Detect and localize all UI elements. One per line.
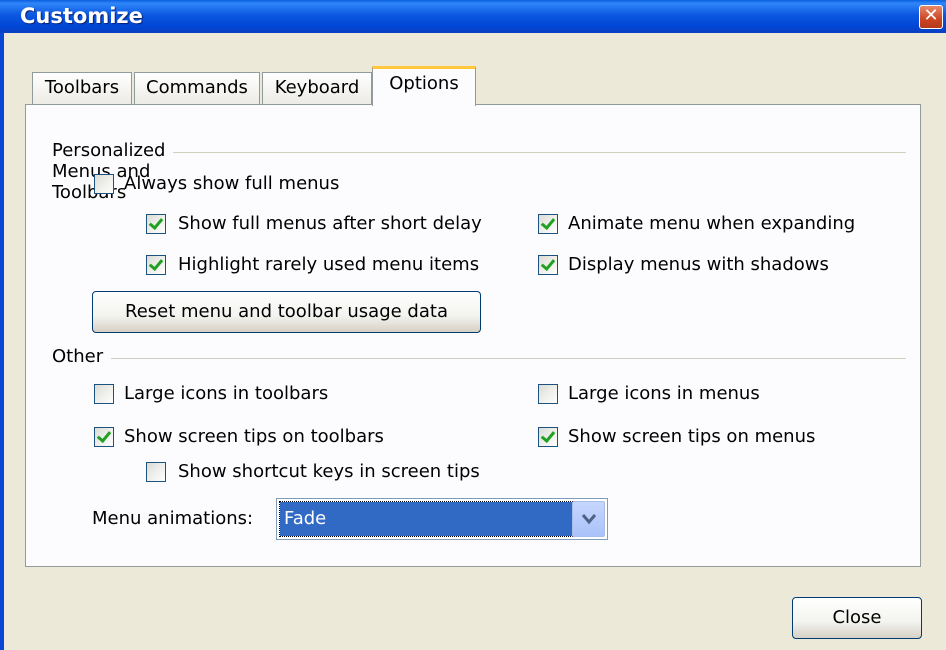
large-icons-menus-checkbox[interactable] [538,384,558,404]
close-icon[interactable]: ✕ [919,5,943,29]
always-full-menus-checkbox[interactable] [94,174,114,194]
large-icons-toolbars-label: Large icons in toolbars [124,383,329,404]
menu-shadows-label: Display menus with shadows [568,254,829,275]
tab-options[interactable]: Options [372,66,476,106]
large-icons-menus-label: Large icons in menus [568,383,760,404]
window-title: Customize [20,4,143,28]
highlight-rare-checkbox[interactable] [146,255,166,275]
title-bar[interactable]: Customize ✕ [0,0,946,33]
tips-menus-checkbox[interactable] [538,427,558,447]
full-menus-delay-checkbox[interactable] [146,214,166,234]
window-border [0,33,4,650]
dropdown-button[interactable] [572,501,605,537]
tips-toolbars-label: Show screen tips on toolbars [124,426,384,447]
always-full-menus-label: Always show full menus [124,173,340,194]
tips-toolbars-checkbox[interactable] [94,427,114,447]
reset-usage-button[interactable]: Reset menu and toolbar usage data [92,291,481,333]
tab-keyboard[interactable]: Keyboard [262,72,372,104]
close-button[interactable]: Close [792,597,922,639]
group-divider [54,152,906,153]
tab-toolbars[interactable]: Toolbars [32,72,132,104]
tab-commands[interactable]: Commands [134,72,260,104]
shortcut-keys-label: Show shortcut keys in screen tips [178,461,480,482]
animate-menu-checkbox[interactable] [538,214,558,234]
customize-dialog: Customize ✕ Toolbars Commands Keyboard O… [0,0,946,650]
menu-animations-select[interactable]: Fade [276,498,608,540]
highlight-rare-label: Highlight rarely used menu items [178,254,480,275]
menu-shadows-checkbox[interactable] [538,255,558,275]
chevron-down-icon [581,514,597,525]
animate-menu-label: Animate menu when expanding [568,213,856,234]
full-menus-delay-label: Show full menus after short delay [178,213,482,234]
menu-animations-value: Fade [279,501,573,537]
menu-animations-label: Menu animations: [92,508,254,529]
other-heading: Other [52,346,112,367]
group-divider [54,358,906,359]
large-icons-toolbars-checkbox[interactable] [94,384,114,404]
tips-menus-label: Show screen tips on menus [568,426,816,447]
shortcut-keys-checkbox[interactable] [146,462,166,482]
